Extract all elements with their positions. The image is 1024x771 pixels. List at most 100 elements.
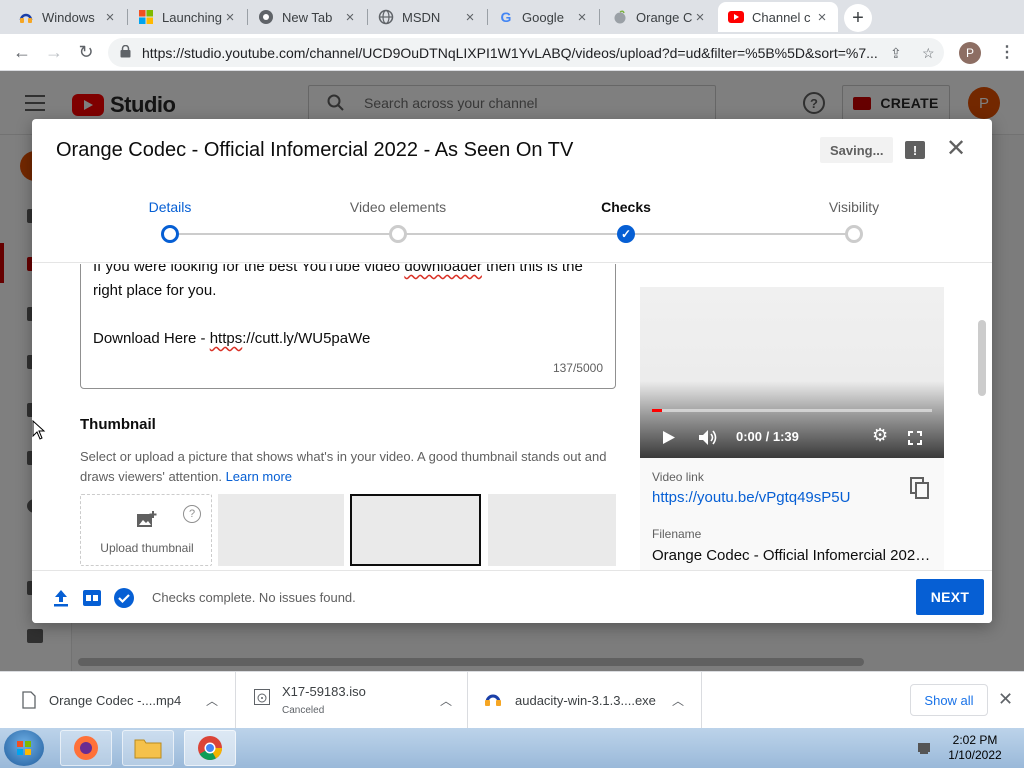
address-bar[interactable]: https://studio.youtube.com/channel/UCD9O… [108,38,944,67]
taskbar-file-explorer[interactable] [122,730,174,766]
filename-value: Orange Codec - Official Infomercial 2022… [652,547,932,564]
chevron-up-icon[interactable]: ︿ [206,692,218,709]
arrow-right-icon: → [45,41,63,62]
learn-more-link[interactable]: Learn more [226,469,292,484]
description-field[interactable]: If you were looking for the best YouTube… [80,264,616,389]
step-connector [398,233,626,235]
dialog-footer: Checks complete. No issues found. NEXT [32,570,992,623]
saving-status-badge: Saving... [820,137,894,163]
download-item[interactable]: X17-59183.iso Canceled ︿ [236,672,468,729]
audacity-icon [18,9,34,25]
youtube-icon [728,9,744,25]
download-item[interactable]: Orange Codec -....mp4 ︿ [0,672,236,729]
close-download-shelf-icon[interactable]: ✕ [998,689,1013,710]
tab-close-icon[interactable]: × [692,9,708,26]
video-progress-bar[interactable] [652,409,932,412]
share-icon[interactable]: ⇪ [890,45,902,62]
checks-complete-icon[interactable] [114,588,134,608]
volume-icon[interactable] [698,429,718,446]
tab-title: MSDN [402,9,441,25]
dialog-scrollbar[interactable] [978,320,986,396]
tab-title: Launching [162,9,222,25]
copy-icon[interactable] [910,477,930,499]
dialog-scroll-content[interactable]: If you were looking for the best YouTube… [32,264,992,570]
chevron-up-icon[interactable]: ︿ [440,692,452,709]
chevron-up-icon[interactable]: ︿ [672,692,684,709]
auto-thumbnail-option-selected[interactable] [350,494,481,566]
browser-profile-avatar[interactable]: P [959,42,981,64]
auto-thumbnail-option[interactable] [488,494,616,566]
video-preview-panel: 0:00 / 1:39 ⚙ Video link https://youtu.b… [640,287,944,570]
step-details-label[interactable]: Details [149,199,192,215]
download-item[interactable]: audacity-win-3.1.3....exe ︿ [468,672,702,729]
orange-codec-icon [612,9,628,25]
browser-tab-strip: Windows × Launching × New Tab × MSDN × G… [0,0,1024,34]
video-link[interactable]: https://youtu.be/vPgtq49sP5U [652,489,850,506]
description-line: If you were looking for the best YouTube… [93,264,583,275]
tab-close-icon[interactable]: × [574,9,590,26]
hd-icon[interactable] [83,589,101,607]
file-icon [22,691,36,709]
character-counter: 137/5000 [552,361,603,375]
url-text: https://studio.youtube.com/channel/UCD9O… [142,44,878,61]
show-all-downloads-button[interactable]: Show all [910,684,988,716]
start-button[interactable] [4,730,44,766]
step-visibility-dot[interactable] [845,225,863,243]
step-video-elements-label[interactable]: Video elements [350,199,446,215]
clock-date: 1/10/2022 [948,748,1002,762]
tab-title: Orange C [636,9,692,25]
browser-tab-channel-content[interactable]: Channel c × [718,2,838,32]
browser-menu-icon[interactable]: ⋮ [999,42,1015,62]
browser-tab-msdn[interactable]: MSDN × [368,2,486,32]
new-tab-button[interactable]: + [844,4,872,32]
clock-time: 2:02 PM [952,733,998,747]
upload-thumbnail-button[interactable]: Upload thumbnail ? [80,494,212,566]
action-center-icon[interactable] [916,740,932,756]
reload-button[interactable]: ↻ [74,40,98,64]
tab-close-icon[interactable]: × [814,9,830,26]
browser-tab-orange-codec[interactable]: Orange C × [602,2,716,32]
download-filename: X17-59183.iso [282,684,366,699]
bookmark-star-icon[interactable]: ☆ [922,45,935,62]
download-shelf: Orange Codec -....mp4 ︿ X17-59183.iso Ca… [0,671,1024,729]
forward-button[interactable]: → [42,40,66,64]
taskbar-clock[interactable]: 2:02 PM 1/10/2022 [940,733,1010,763]
fullscreen-icon[interactable] [908,431,922,445]
settings-gear-icon[interactable]: ⚙ [872,425,888,446]
close-icon[interactable]: ✕ [944,137,968,161]
tab-close-icon[interactable]: × [222,9,238,26]
tab-close-icon[interactable]: × [462,9,478,26]
auto-thumbnail-option[interactable] [218,494,344,566]
upload-icon[interactable] [52,589,70,607]
tab-close-icon[interactable]: × [102,9,118,26]
taskbar-chrome[interactable] [184,730,236,766]
plus-icon: + [852,6,864,29]
browser-tab-google[interactable]: G Google × [488,2,598,32]
back-button[interactable]: ← [10,40,34,64]
upload-thumbnail-label: Upload thumbnail [100,541,194,555]
download-filename: Orange Codec -....mp4 [49,693,182,708]
step-visibility-label[interactable]: Visibility [829,199,879,215]
add-photo-icon [137,511,157,527]
folder-icon [134,739,162,759]
tab-title: New Tab [282,9,333,25]
thumbnail-help-text: Select or upload a picture that shows wh… [80,449,607,484]
checks-status-text: Checks complete. No issues found. [152,590,356,605]
next-button[interactable]: NEXT [916,579,984,615]
feedback-icon[interactable]: ! [905,141,925,159]
step-checks-check-icon[interactable]: ✓ [617,225,635,243]
tab-close-icon[interactable]: × [342,9,358,26]
download-filename: audacity-win-3.1.3....exe [515,693,656,708]
video-player[interactable]: 0:00 / 1:39 ⚙ [640,287,944,458]
description-line: Download Here - https://cutt.ly/WU5paWe [93,330,371,347]
google-icon: G [500,9,512,25]
browser-tab-new-tab[interactable]: New Tab × [248,2,366,32]
step-details-dot[interactable] [161,225,179,243]
browser-tab-windows[interactable]: Windows × [8,2,126,32]
help-icon[interactable]: ? [183,505,201,523]
step-video-elements-dot[interactable] [389,225,407,243]
browser-tab-launching[interactable]: Launching × [128,2,246,32]
step-checks-label[interactable]: Checks [601,199,651,215]
play-icon[interactable] [662,430,676,445]
taskbar-firefox[interactable] [60,730,112,766]
